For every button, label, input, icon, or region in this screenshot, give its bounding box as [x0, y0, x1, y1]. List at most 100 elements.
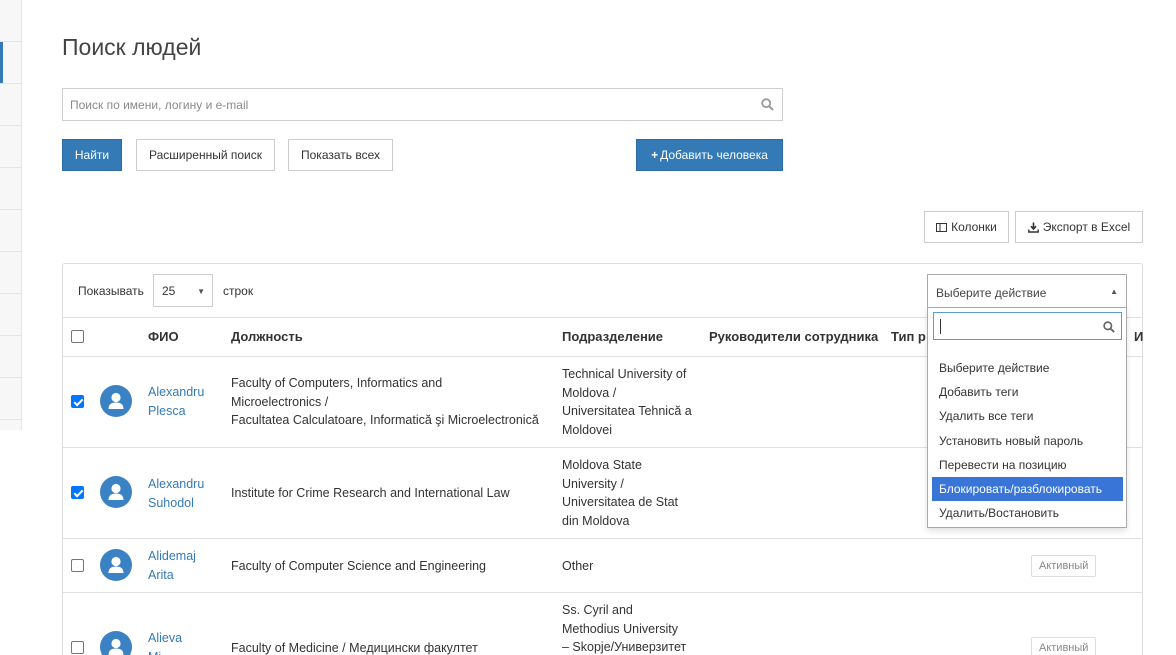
row-checkbox[interactable] [71, 559, 84, 572]
divider [63, 592, 1142, 593]
export-excel-button[interactable]: Экспорт в Excel [1015, 211, 1143, 243]
column-header-extra[interactable]: И [1134, 329, 1143, 344]
position-line: Faculty of Computers, Informatics and [231, 376, 443, 390]
dropdown-option[interactable]: Добавить теги [932, 380, 1123, 404]
show-all-button[interactable]: Показать всех [288, 139, 393, 171]
show-rows-label: Показывать [78, 284, 144, 298]
position-cell: Faculty of Medicine / Медицински факулте… [231, 639, 478, 655]
sidebar-item[interactable] [0, 168, 21, 210]
department-cell: Ss. Cyril and Methodius University – Sko… [562, 601, 686, 655]
user-icon [108, 638, 124, 655]
dropdown-option-highlighted[interactable]: Блокировать/разблокировать [932, 476, 1123, 502]
name-last: Mi [148, 648, 182, 655]
department-cell: Technical University of Moldova / Univer… [562, 365, 692, 439]
user-icon [108, 483, 124, 500]
row-checkbox[interactable] [71, 486, 84, 499]
search-box [62, 88, 783, 121]
advanced-search-button[interactable]: Расширенный поиск [136, 139, 275, 171]
row-checkbox[interactable] [71, 641, 84, 654]
search-icon [1103, 320, 1115, 338]
status-badge: Активный [1031, 555, 1097, 577]
sidebar-item[interactable] [0, 378, 21, 420]
sidebar-item[interactable] [0, 294, 21, 336]
add-person-label: Добавить человека [660, 148, 768, 162]
dropdown-option[interactable]: Удалить все теги [932, 404, 1123, 428]
select-all-checkbox[interactable] [71, 330, 84, 343]
action-select-value: Выберите действие [936, 286, 1047, 300]
avatar [100, 476, 132, 508]
dropdown-option[interactable]: Выберите действие [932, 356, 1123, 380]
page-title: Поиск людей [62, 34, 202, 60]
avatar [100, 631, 132, 655]
avatar [100, 385, 132, 417]
export-label: Экспорт в Excel [1042, 220, 1131, 234]
department-line: Technical University of [562, 367, 687, 381]
text-cursor [940, 319, 941, 334]
position-cell: Faculty of Computer Science and Engineer… [231, 557, 486, 576]
sidebar-item[interactable] [0, 210, 21, 252]
department-line: Moldovei [562, 422, 613, 437]
department-line: University / [562, 476, 624, 491]
name-first: Alidemaj [148, 549, 196, 563]
column-header-department[interactable]: Подразделение [562, 329, 663, 344]
status-badge: Активный [1031, 637, 1097, 655]
department-line: Moldova State [562, 458, 642, 472]
person-name-link[interactable]: Alidemaj Arita [148, 547, 196, 584]
download-icon [1027, 222, 1039, 233]
sidebar-item[interactable] [0, 0, 21, 42]
columns-label: Колонки [951, 220, 997, 234]
columns-button[interactable]: Колонки [924, 211, 1009, 243]
page: Поиск людей Найти Расширенный поиск Пока… [0, 0, 1176, 655]
search-input[interactable] [63, 89, 782, 120]
action-dropdown: Выберите действие Добавить теги Удалить … [927, 307, 1127, 528]
add-person-button[interactable]: + Добавить человека [636, 139, 783, 171]
user-icon [108, 556, 124, 573]
department-line: Universitatea Tehnică a [562, 404, 692, 419]
column-header-name[interactable]: ФИО [148, 329, 179, 344]
sidebar-item[interactable] [0, 336, 21, 378]
caret-down-icon: ▼ [197, 287, 205, 296]
sidebar-item[interactable] [0, 252, 21, 294]
rows-per-page-select[interactable]: 25 ▼ [153, 274, 213, 307]
column-header-position[interactable]: Должность [231, 329, 303, 344]
search-icon[interactable] [761, 98, 774, 116]
row-checkbox[interactable] [71, 395, 84, 408]
dropdown-option[interactable]: Установить новый пароль [932, 429, 1123, 453]
column-header-managers[interactable]: Руководители сотрудника [709, 329, 878, 344]
avatar [100, 549, 132, 581]
department-cell: Other [562, 557, 593, 576]
find-button[interactable]: Найти [62, 139, 122, 171]
sidebar-item[interactable] [0, 84, 21, 126]
department-line: Ss. Cyril and [562, 603, 633, 617]
name-last: Arita [148, 567, 174, 582]
position-line: Microelectronics / [231, 394, 329, 409]
department-line: – Skopje/Универзитет [562, 640, 687, 655]
position-line: Facultatea Calculatoare, Informatică şi … [231, 413, 539, 428]
person-name-link[interactable]: Alexandru Plesca [148, 383, 204, 420]
person-name-link[interactable]: Alexandru Suhodol [148, 475, 204, 512]
position-line: Faculty of Medicine / Медицински факулте… [231, 641, 478, 655]
department-line: Universitatea de Stat [562, 495, 679, 510]
person-name-link[interactable]: Alieva Mi [148, 629, 182, 655]
position-line: Faculty of Computer Science and Engineer… [231, 559, 487, 573]
dropdown-options: Выберите действие Добавить теги Удалить … [932, 356, 1123, 525]
dropdown-search-input[interactable] [933, 312, 1122, 340]
column-header-type[interactable]: Тип р [891, 329, 926, 344]
left-sidebar [0, 0, 22, 430]
position-cell: Institute for Crime Research and Interna… [231, 484, 510, 503]
dropdown-option[interactable]: Перевести на позицию [932, 453, 1123, 477]
name-last: Plesca [148, 403, 186, 418]
name-first: Alexandru [148, 477, 205, 491]
caret-up-icon: ▲ [1110, 287, 1118, 296]
action-select[interactable]: Выберите действие ▲ [927, 274, 1127, 307]
name-first: Alexandru [148, 385, 205, 399]
sidebar-item[interactable] [0, 126, 21, 168]
user-icon [108, 392, 124, 409]
sidebar-item-active[interactable] [0, 42, 21, 84]
position-line: Institute for Crime Research and Interna… [231, 486, 510, 500]
department-line: Other [562, 559, 594, 573]
name-last: Suhodol [148, 495, 194, 510]
name-first: Alieva [148, 631, 183, 645]
department-line: din Moldova [562, 513, 630, 528]
dropdown-option[interactable]: Удалить/Востановить [932, 501, 1123, 525]
